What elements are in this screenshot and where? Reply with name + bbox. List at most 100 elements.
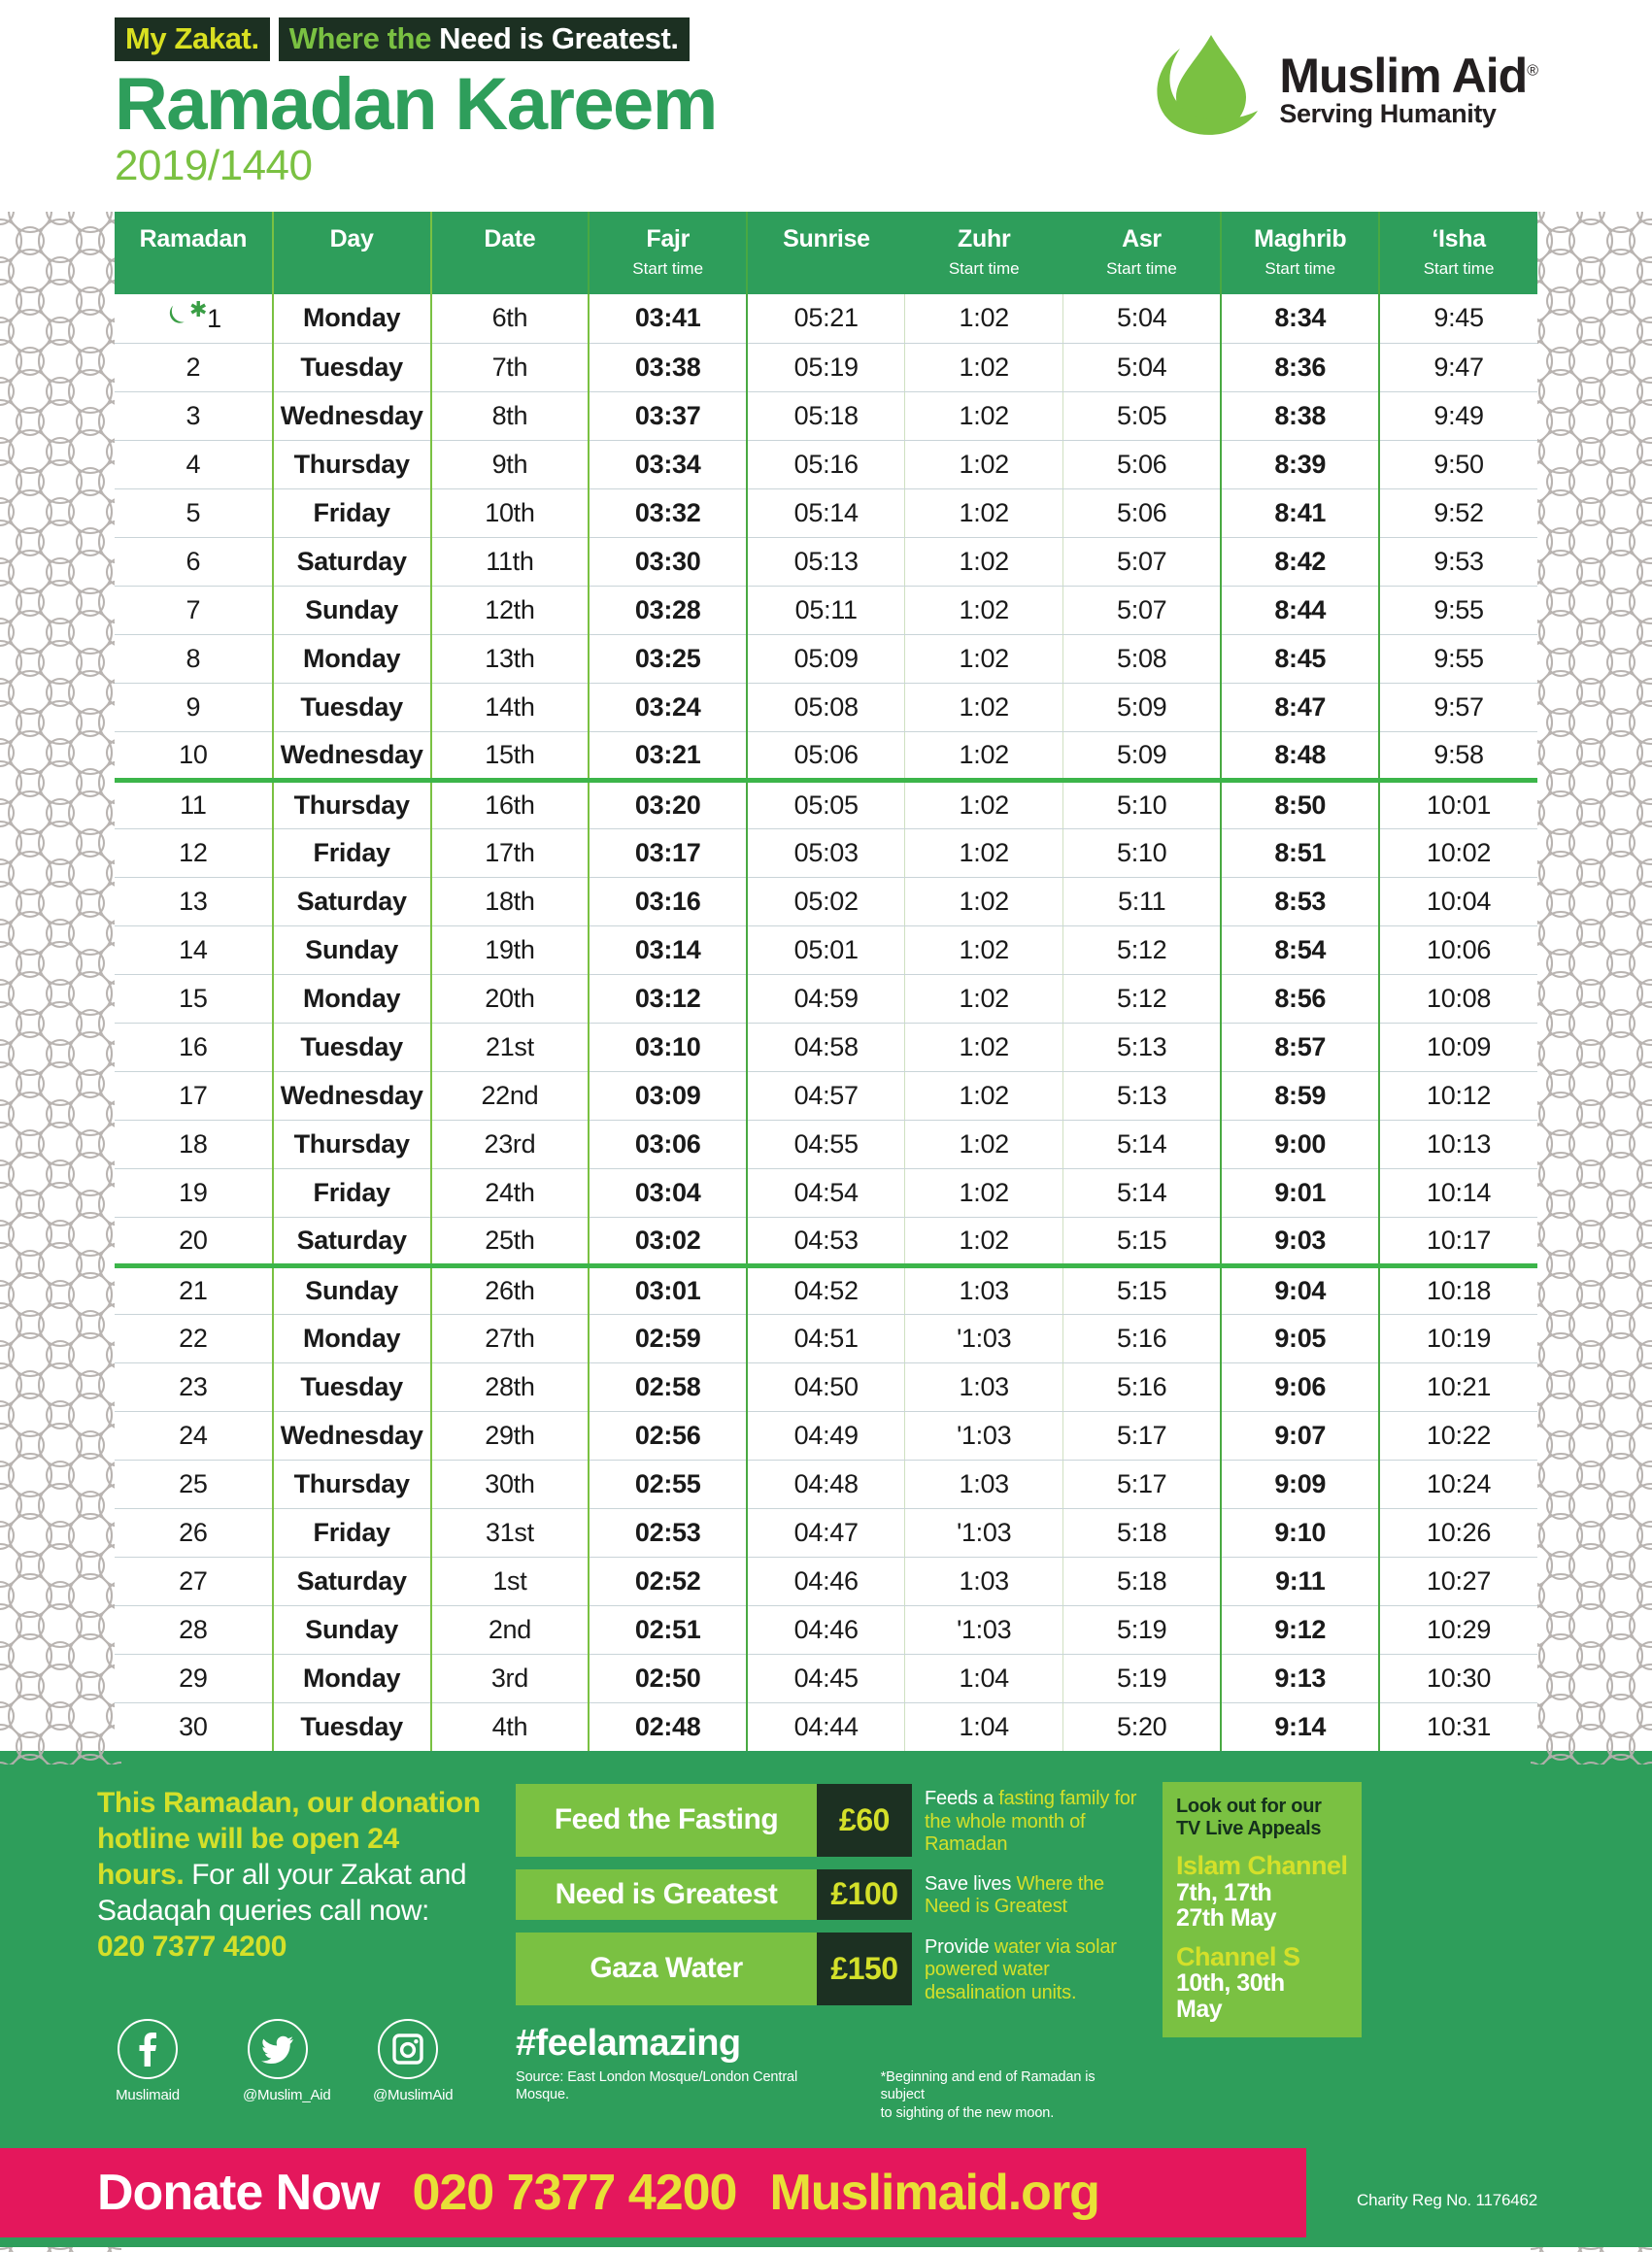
cell-fajr: 03:41 <box>588 294 749 344</box>
cell-asr: 5:10 <box>1062 828 1222 878</box>
table-row: 20 Saturday 25th 03:02 04:53 1:02 5:15 9:03 10:1… <box>115 1217 1537 1268</box>
cell-asr: 5:17 <box>1062 1460 1222 1509</box>
charity-registration: Charity Reg No. 1176462 <box>1357 2191 1537 2209</box>
social-instagram[interactable]: @MuslimAid <box>373 2019 454 2103</box>
cell-zuhr: 1:02 <box>904 1071 1064 1121</box>
cell-zuhr: 1:02 <box>904 586 1064 635</box>
table-row: 25 Thursday 30th 02:55 04:48 1:03 5:17 9:09 10:2… <box>115 1460 1537 1509</box>
hotline-line-4: Sadaqah queries call now: <box>97 1894 429 1927</box>
tagline-need-is-greatest: Need is Greatest. <box>439 21 679 55</box>
table-row: 3 Wednesday 8th 03:37 05:18 1:02 5:05 8:38 9:49 <box>115 391 1537 441</box>
cell-date: 23rd <box>430 1120 590 1169</box>
cell-sunrise: 05:03 <box>747 828 906 878</box>
tagline-box-2: Where the Need is Greatest. <box>278 17 690 61</box>
cell-asr: 5:06 <box>1062 488 1222 538</box>
tagline-box-1: My Zakat. <box>115 17 270 61</box>
cell-weekday: Monday <box>271 974 432 1024</box>
cell-zuhr: '1:03 <box>904 1605 1064 1655</box>
hotline-text: This Ramadan, our donation hotline will … <box>97 1786 490 1965</box>
cell-sunrise: 04:53 <box>747 1217 906 1268</box>
cell-fajr: 03:34 <box>588 440 749 489</box>
cell-zuhr: 1:02 <box>904 634 1064 684</box>
cell-zuhr: 1:02 <box>904 731 1064 783</box>
cell-sunrise: 05:14 <box>747 488 906 538</box>
cell-isha: 9:57 <box>1379 683 1537 732</box>
cell-fajr: 03:14 <box>588 925 749 975</box>
donation-description: Save lives Where the Need is Greatest <box>925 1872 1104 1918</box>
cell-maghrib: 8:51 <box>1220 828 1381 878</box>
cell-ramadan-day: 7 <box>115 586 273 635</box>
cell-date: 1st <box>430 1557 590 1606</box>
hotline-column: This Ramadan, our donation hotline will … <box>97 1782 490 2123</box>
cell-isha: 10:13 <box>1379 1120 1537 1169</box>
donation-amount: £150 <box>817 1932 912 2005</box>
cell-isha: 10:24 <box>1379 1460 1537 1509</box>
cell-fajr: 02:50 <box>588 1654 749 1703</box>
cell-sunrise: 04:57 <box>747 1071 906 1121</box>
table-row: 19 Friday 24th 03:04 04:54 1:02 5:14 9:01 10:14 <box>115 1168 1537 1218</box>
cell-date: 19th <box>430 925 590 975</box>
cell-zuhr: 1:03 <box>904 1460 1064 1509</box>
donate-now-bar[interactable]: Donate Now 020 7377 4200 Muslimaid.org <box>0 2148 1306 2237</box>
cell-maghrib: 9:13 <box>1220 1654 1381 1703</box>
donate-phone[interactable]: 020 7377 4200 <box>412 2164 737 2222</box>
social-facebook[interactable]: Muslimaid <box>113 2019 183 2103</box>
cell-date: 7th <box>430 343 590 392</box>
cell-sunrise: 04:55 <box>747 1120 906 1169</box>
cell-weekday: Tuesday <box>271 1023 432 1072</box>
cell-ramadan-day: 20 <box>115 1217 273 1268</box>
table-row: 15 Monday 20th 03:12 04:59 1:02 5:12 8:56 10:08 <box>115 974 1537 1024</box>
cell-asr: 5:05 <box>1062 391 1222 441</box>
cell-ramadan-day: 14 <box>115 925 273 975</box>
cell-fajr: 03:24 <box>588 683 749 732</box>
donation-description: Feeds a fasting family for the whole mon… <box>925 1788 1137 1856</box>
cell-zuhr: 1:02 <box>904 294 1064 344</box>
donation-option-gaza-water[interactable]: Gaza Water £150 Provide water via solar … <box>516 1932 1137 2005</box>
cell-date: 11th <box>430 537 590 587</box>
cell-fajr: 02:59 <box>588 1314 749 1363</box>
cell-asr: 5:18 <box>1062 1557 1222 1606</box>
cell-isha: 9:58 <box>1379 731 1537 783</box>
logo-wordmark: Muslim Aid® <box>1279 48 1538 103</box>
moon-sighting-note: *Beginning and end of Ramadan is subject… <box>880 2068 1096 2122</box>
cell-ramadan-day: 25 <box>115 1460 273 1509</box>
table-row: 2 Tuesday 7th 03:38 05:19 1:02 5:04 8:36 9:47 <box>115 343 1537 392</box>
cell-isha: 10:18 <box>1379 1265 1537 1315</box>
cell-fajr: 03:28 <box>588 586 749 635</box>
cell-maghrib: 9:03 <box>1220 1217 1381 1268</box>
tv-channel-2-name: Channel S <box>1176 1941 1300 1971</box>
cell-ramadan-day: 9 <box>115 683 273 732</box>
tv-appeals-heading: Look out for our TV Live Appeals <box>1176 1796 1322 1840</box>
cell-asr: 5:04 <box>1062 294 1222 344</box>
col-header-day: Day <box>271 212 432 294</box>
cell-weekday: Tuesday <box>271 1362 432 1412</box>
cell-ramadan-day: 21 <box>115 1265 273 1315</box>
cell-isha: 10:04 <box>1379 877 1537 926</box>
cell-weekday: Wednesday <box>271 391 432 441</box>
cell-date: 8th <box>430 391 590 441</box>
hotline-phone[interactable]: 020 7377 4200 <box>97 1931 287 1963</box>
col-header-date: Date <box>430 212 590 294</box>
donation-option-need-is-greatest[interactable]: Need is Greatest £100 Save lives Where t… <box>516 1868 1137 1920</box>
social-twitter[interactable]: @Muslim_Aid <box>243 2019 331 2103</box>
cell-zuhr: 1:02 <box>904 1120 1064 1169</box>
cell-isha: 10:26 <box>1379 1508 1537 1558</box>
cell-asr: 5:13 <box>1062 1071 1222 1121</box>
cell-sunrise: 05:02 <box>747 877 906 926</box>
cell-date: 22nd <box>430 1071 590 1121</box>
cell-asr: 5:19 <box>1062 1605 1222 1655</box>
donate-website[interactable]: Muslimaid.org <box>769 2164 1099 2222</box>
cell-ramadan-day: 3 <box>115 391 273 441</box>
cell-date: 9th <box>430 440 590 489</box>
table-row: 27 Saturday 1st 02:52 04:46 1:03 5:18 9:11 10:27 <box>115 1557 1537 1606</box>
table-row: 18 Thursday 23rd 03:06 04:55 1:02 5:14 9:00 10:1… <box>115 1120 1537 1169</box>
cell-weekday: Monday <box>271 634 432 684</box>
cell-zuhr: 1:02 <box>904 974 1064 1024</box>
cell-weekday: Saturday <box>271 1217 432 1268</box>
donation-option-feed-the-fasting[interactable]: Feed the Fasting £60 Feeds a fasting fam… <box>516 1784 1137 1857</box>
cell-maghrib: 9:10 <box>1220 1508 1381 1558</box>
cell-maghrib: 9:01 <box>1220 1168 1381 1218</box>
cell-weekday: Sunday <box>271 586 432 635</box>
cell-sunrise: 05:11 <box>747 586 906 635</box>
cell-isha: 10:17 <box>1379 1217 1537 1268</box>
